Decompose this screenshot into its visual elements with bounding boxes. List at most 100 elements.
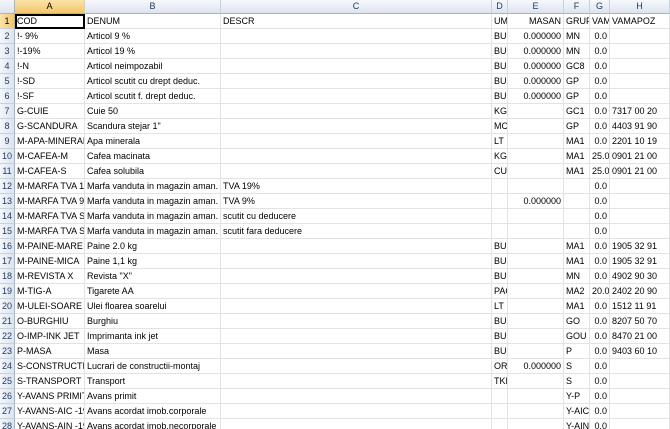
cell-a[interactable]: M-CAFEA-S [15,164,85,179]
cell-e[interactable] [508,224,564,239]
column-header-a[interactable]: A [15,0,85,14]
cell-a[interactable]: M-MARFA TVA SD [15,209,85,224]
row-header[interactable]: 19 [0,284,15,299]
cell-g[interactable]: VAMA [590,14,610,29]
cell-a[interactable]: !-SD [15,74,85,89]
cell-a[interactable]: G-SCANDURA [15,119,85,134]
cell-c[interactable] [221,344,492,359]
cell-f[interactable] [564,179,590,194]
row-header[interactable]: 28 [0,419,15,429]
cell-g[interactable]: 0.0 [590,404,610,419]
cell-b[interactable]: Avans acordat imob.corporale [85,404,221,419]
cell-c[interactable] [221,74,492,89]
cell-a[interactable]: M-MARFA TVA 9% [15,194,85,209]
cell-a[interactable]: M-PAINE-MICA [15,254,85,269]
cell-h[interactable] [610,359,670,374]
cell-g[interactable]: 25.0 [590,149,610,164]
cell-d[interactable] [492,179,508,194]
row-header[interactable]: 17 [0,254,15,269]
cell-b[interactable]: Apa minerala [85,134,221,149]
cell-e[interactable] [508,269,564,284]
cell-g[interactable]: 0.0 [590,269,610,284]
row-header[interactable]: 25 [0,374,15,389]
cell-a[interactable]: M-REVISTA X [15,269,85,284]
cell-b[interactable]: Scandura stejar 1" [85,119,221,134]
cell-c[interactable] [221,239,492,254]
cell-a[interactable]: P-MASA [15,344,85,359]
cell-a[interactable]: M-TIG-A [15,284,85,299]
cell-d[interactable]: BUC [492,329,508,344]
cell-c[interactable] [221,419,492,429]
cell-e[interactable] [508,374,564,389]
cell-h[interactable]: 7317 00 20 [610,104,670,119]
cell-a[interactable]: S-TRANSPORT [15,374,85,389]
cell-g[interactable]: 0.0 [590,194,610,209]
cell-h[interactable]: VAMAPOZ [610,14,670,29]
cell-h[interactable] [610,209,670,224]
cell-f[interactable]: MA1 [564,149,590,164]
cell-h[interactable]: 0901 21 00 [610,164,670,179]
cell-f[interactable] [564,224,590,239]
cell-f[interactable]: MA2 [564,284,590,299]
cell-b[interactable]: Avans primit [85,389,221,404]
cell-c[interactable] [221,134,492,149]
cell-b[interactable]: Imprimanta ink jet [85,329,221,344]
cell-e[interactable] [508,209,564,224]
cell-c[interactable] [221,299,492,314]
row-header[interactable]: 15 [0,224,15,239]
cell-e[interactable] [508,284,564,299]
cell-h[interactable] [610,194,670,209]
cell-e[interactable]: 0.000000 [508,89,564,104]
cell-f[interactable] [564,194,590,209]
column-header-b[interactable]: B [85,0,221,14]
cell-g[interactable]: 0.0 [590,389,610,404]
cell-a[interactable]: Y-AVANS-AIC -19 [15,404,85,419]
cell-d[interactable]: BUC [492,269,508,284]
cell-g[interactable]: 0.0 [590,89,610,104]
cell-a[interactable]: !- 9% [15,29,85,44]
row-header[interactable]: 16 [0,239,15,254]
cell-f[interactable]: MN [564,269,590,284]
cell-d[interactable]: BUC [492,44,508,59]
cell-e[interactable]: 0.000000 [508,29,564,44]
cell-h[interactable] [610,389,670,404]
row-header[interactable]: 11 [0,164,15,179]
cell-h[interactable] [610,44,670,59]
cell-h[interactable]: 1512 11 91 [610,299,670,314]
cell-h[interactable]: 1905 32 91 [610,254,670,269]
cell-d[interactable] [492,194,508,209]
cell-e[interactable] [508,314,564,329]
cell-a[interactable]: M-MARFA TVA SF [15,224,85,239]
cell-c[interactable] [221,374,492,389]
cell-c[interactable] [221,89,492,104]
cell-c[interactable] [221,359,492,374]
cell-f[interactable]: GOU [564,329,590,344]
cell-f[interactable]: Y-P [564,389,590,404]
cell-d[interactable]: BUC [492,74,508,89]
cell-h[interactable] [610,404,670,419]
cell-b[interactable]: Marfa vanduta in magazin aman. [85,209,221,224]
row-header[interactable]: 21 [0,314,15,329]
cell-f[interactable]: GC8 [564,59,590,74]
cell-c[interactable]: scutit cu deducere [221,209,492,224]
cell-f[interactable]: GO [564,314,590,329]
cell-b[interactable]: Burghiu [85,314,221,329]
cell-f[interactable]: S [564,359,590,374]
cell-b[interactable]: Revista "X" [85,269,221,284]
cell-e[interactable] [508,119,564,134]
column-header-e[interactable]: E [508,0,564,14]
cell-b[interactable]: DENUM [85,14,221,29]
cell-h[interactable] [610,89,670,104]
cell-a[interactable]: !-SF [15,89,85,104]
cell-c[interactable] [221,314,492,329]
cell-c[interactable] [221,104,492,119]
row-header[interactable]: 18 [0,269,15,284]
cell-g[interactable]: 0.0 [590,419,610,429]
cell-b[interactable]: Articol neimpozabil [85,59,221,74]
cell-g[interactable]: 0.0 [590,74,610,89]
column-header-g[interactable]: G [590,0,610,14]
cell-e[interactable]: MASAN [508,14,564,29]
cell-a[interactable]: O-BURGHIU [15,314,85,329]
cell-f[interactable]: S [564,374,590,389]
cell-g[interactable]: 0.0 [590,44,610,59]
